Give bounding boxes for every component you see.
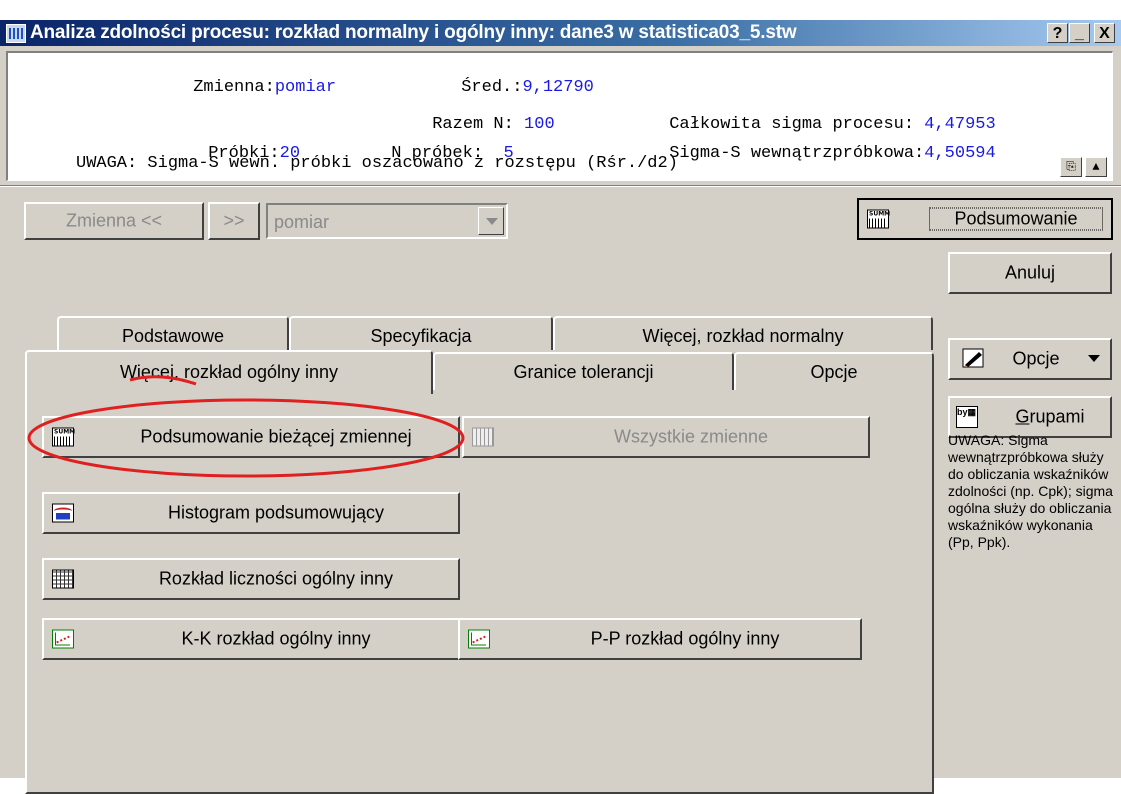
tab-specyfikacja-label: Specyfikacja xyxy=(370,326,472,346)
prev-variable-button[interactable]: Zmienna << xyxy=(24,202,204,240)
opcje-button[interactable]: Opcje xyxy=(948,338,1112,380)
title-bar[interactable]: Analiza zdolności procesu: rozkład norma… xyxy=(0,20,1121,46)
zmienna-value: pomiar xyxy=(274,78,337,97)
sigma-note: UWAGA: Sigma wewnątrzpróbkowa służy do o… xyxy=(948,432,1113,550)
separator xyxy=(0,185,1121,187)
dialog-window: Analiza zdolności procesu: rozkład norma… xyxy=(0,20,1121,794)
chevron-down-icon[interactable] xyxy=(478,207,504,235)
summary-icon xyxy=(867,209,890,229)
uwaga-text: UWAGA: Sigma-S wewn. próbki oszacowano z… xyxy=(76,154,678,173)
minimize-button[interactable]: _ xyxy=(1069,23,1090,43)
sred-value: 9,12790 xyxy=(522,78,594,97)
pp-plot-label: P-P rozkład ogólny inny xyxy=(590,628,780,649)
pencil-icon xyxy=(962,348,986,370)
copy-icon[interactable]: ⎘ xyxy=(1060,157,1082,177)
histogram-label: Histogram podsumowujący xyxy=(167,502,385,523)
prev-variable-label: Zmienna << xyxy=(65,210,163,231)
pp-plot-button[interactable]: P-P rozkład ogólny inny xyxy=(458,618,862,660)
help-button[interactable]: ? xyxy=(1047,23,1068,43)
histogram-icon xyxy=(52,503,74,523)
kk-plot-label: K-K rozkład ogólny inny xyxy=(181,628,371,649)
close-button[interactable]: X xyxy=(1094,23,1115,43)
tab-podstawowe[interactable]: Podstawowe xyxy=(57,316,289,350)
tab-wiecej-ogolny[interactable]: Więcej, rozkład ogólny inny xyxy=(25,350,433,394)
kk-plot-button[interactable]: K-K rozkład ogólny inny xyxy=(42,618,460,660)
tab-specyfikacja[interactable]: Specyfikacja xyxy=(289,316,553,350)
histogram-button[interactable]: Histogram podsumowujący xyxy=(42,492,460,534)
all-variables-label: Wszystkie zmienne xyxy=(613,426,769,447)
tab-wiecej-normalny[interactable]: Więcej, rozkład normalny xyxy=(553,316,933,350)
summary-current-variable-button[interactable]: Podsumowanie bieżącej zmiennej xyxy=(42,416,460,458)
by-group-icon: by▦ xyxy=(956,406,978,428)
sigmas-label: Sigma-S wewnątrzpróbkowa: xyxy=(669,144,925,163)
podsumowanie-button[interactable]: Podsumowanie xyxy=(857,198,1113,240)
zmienna-label: Zmienna: xyxy=(193,78,275,97)
podsumowanie-label: Podsumowanie xyxy=(929,207,1103,231)
opcje-label: Opcje xyxy=(1012,348,1060,369)
tab-opcje[interactable]: Opcje xyxy=(734,352,934,390)
zmienna-row: Zmienna:pomiar xyxy=(132,59,336,116)
frequency-table-button[interactable]: Rozkład liczności ogólny inny xyxy=(42,558,460,600)
sred-label: Śred.: xyxy=(461,78,523,97)
variable-select[interactable]: pomiar xyxy=(266,203,508,239)
razem-value: 100 xyxy=(524,115,555,134)
app-icon xyxy=(6,24,26,43)
tab-opcje-label: Opcje xyxy=(810,362,858,382)
variable-select-value: pomiar xyxy=(274,212,330,232)
cancel-label: Anuluj xyxy=(1004,262,1056,283)
info-box: Zmienna:pomiar Śred.:9,12790 Razem N: 10… xyxy=(6,51,1113,181)
pp-plot-icon xyxy=(468,629,490,649)
grupami-label: Grupami xyxy=(1015,406,1085,427)
all-variables-button[interactable]: Wszystkie zmienne xyxy=(462,416,870,458)
window-title: Analiza zdolności procesu: rozkład norma… xyxy=(30,22,797,43)
kk-plot-icon xyxy=(52,629,74,649)
sigmas-value: 4,50594 xyxy=(924,144,996,163)
tab-wiecej-ogolny-label: Więcej, rozkład ogólny inny xyxy=(119,362,339,382)
frequency-table-label: Rozkład liczności ogólny inny xyxy=(158,568,394,589)
grid-icon xyxy=(472,427,494,447)
collapse-icon[interactable]: ▲ xyxy=(1085,157,1107,177)
summary-icon xyxy=(52,427,75,447)
cancel-button[interactable]: Anuluj xyxy=(948,252,1112,294)
next-variable-button[interactable]: >> xyxy=(208,202,260,240)
table-icon xyxy=(52,569,74,589)
tab-wiecej-normalny-label: Więcej, rozkład normalny xyxy=(642,326,844,346)
tab-granice-tolerancji[interactable]: Granice tolerancji xyxy=(433,352,734,390)
tab-podstawowe-label: Podstawowe xyxy=(121,326,225,346)
tab-granice-label: Granice tolerancji xyxy=(513,362,654,382)
dropdown-arrow-icon xyxy=(1088,355,1100,362)
summary-current-variable-label: Podsumowanie bieżącej zmiennej xyxy=(140,426,412,447)
next-variable-label: >> xyxy=(223,210,245,231)
